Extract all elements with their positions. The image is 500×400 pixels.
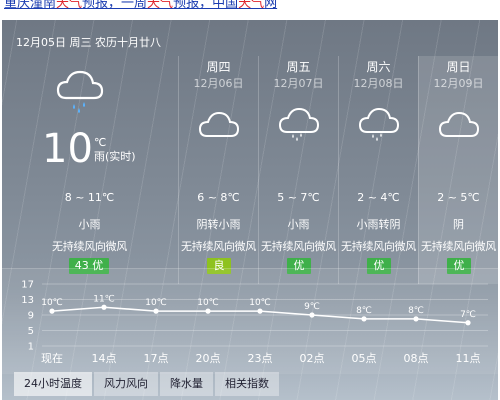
data-label: 8℃ [356, 306, 372, 316]
forecast-day[interactable]: 周日 12月09日 2 ~ 5℃ 阴 无持续风向微风 优 [418, 56, 498, 284]
current-temperature-unit: ℃ 雨(实时) [94, 136, 136, 164]
current-temperature: 10 [42, 126, 93, 172]
data-point [49, 308, 55, 314]
day-name: 周六 [366, 60, 391, 74]
day-wind: 无持续风向微风 [261, 240, 336, 253]
cloud-icon [198, 111, 240, 137]
day-name: 周五 [286, 60, 311, 74]
forecast-day[interactable]: 周五 12月07日 5 ~ 7℃ 小雨 无持续风向微风 优 [258, 56, 338, 284]
cloud-icon [438, 111, 480, 137]
data-label: 10℃ [249, 298, 271, 308]
day-wind: 无持续风向微风 [181, 240, 256, 253]
day-condition: 阴 [453, 218, 464, 231]
y-tick-label: 1 [28, 342, 34, 353]
x-tick-label: 14点 [92, 352, 117, 365]
day-wind: 无持续风向微风 [341, 240, 416, 253]
title-accent-text: 天气 [56, 0, 83, 11]
data-point [361, 316, 367, 322]
title-text: 重庆潼南 [4, 0, 57, 11]
x-tick-label: 08点 [404, 352, 429, 365]
weather-panel: 12月05日 周三 农历十月廿八 10 ℃ 雨(实时) 8 ~ 11℃ 小雨 无… [2, 20, 498, 400]
data-point [465, 320, 471, 326]
data-point [205, 308, 211, 314]
data-label: 10℃ [197, 298, 219, 308]
day-condition: 小雨 [287, 218, 310, 231]
title-text: 预报，一周 [82, 0, 148, 11]
title-accent-text: 天气 [238, 0, 265, 11]
day-temp-range: 2 ~ 4℃ [357, 191, 400, 204]
cloud-rain-icon [358, 107, 400, 141]
data-label: 11℃ [93, 294, 115, 304]
day-date: 12月07日 [273, 77, 324, 90]
x-tick-label: 现在 [41, 352, 63, 365]
today-temp-range: 8 ~ 11℃ [64, 191, 115, 204]
day-wind: 无持续风向微风 [421, 240, 496, 253]
tab-precipitation[interactable]: 降水量 [160, 372, 213, 396]
chart-tabs: 24小时温度 风力风向 降水量 相关指数 [14, 372, 279, 396]
data-point [257, 308, 263, 314]
data-label: 8℃ [408, 306, 424, 316]
title-accent-text: 天气 [147, 0, 174, 11]
realtime-condition: 雨(实时) [94, 150, 136, 163]
hourly-temperature-chart: 1 5 9 13 17 10℃ 现在 11℃ 14点 10℃ 17点 10℃ 20点 10℃ 23点 9℃ 02… [21, 280, 488, 365]
tab-indices[interactable]: 相关指数 [215, 372, 279, 396]
y-tick-label: 13 [21, 295, 34, 306]
data-label: 9℃ [304, 302, 320, 312]
data-label: 10℃ [41, 298, 63, 308]
tab-wind[interactable]: 风力风向 [94, 372, 158, 396]
day-condition: 阴转小雨 [196, 218, 241, 231]
cloud-rain-icon [278, 107, 320, 141]
tab-24h-temperature[interactable]: 24小时温度 [14, 372, 92, 396]
data-point [101, 304, 107, 310]
day-date: 12月06日 [193, 77, 244, 90]
data-point [309, 312, 315, 318]
x-tick-label: 11点 [456, 352, 481, 365]
forecast-day[interactable]: 周六 12月08日 2 ~ 4℃ 小雨转阴 无持续风向微风 优 [338, 56, 418, 284]
day-temp-range: 5 ~ 7℃ [277, 191, 320, 204]
today-date-line: 12月05日 周三 农历十月廿八 [16, 36, 161, 49]
day-date: 12月08日 [353, 77, 404, 90]
today-column: 10 ℃ 雨(实时) 8 ~ 11℃ 小雨 无持续风向微风 43 优 [2, 56, 177, 284]
temperature-unit: ℃ [94, 136, 107, 149]
page-title-link[interactable]: 重庆潼南天气预报，一周天气预报，中国天气网 [4, 0, 277, 12]
today-condition: 小雨 [78, 218, 101, 231]
title-text: 预报，中国 [173, 0, 239, 11]
x-tick-label: 02点 [300, 352, 325, 365]
today-wind: 无持续风向微风 [52, 240, 127, 253]
x-tick-label: 23点 [248, 352, 273, 365]
data-point [413, 316, 419, 322]
data-label: 10℃ [145, 298, 167, 308]
title-text: 网 [264, 0, 278, 11]
cloud-rain-icon [56, 70, 104, 113]
day-temp-range: 6 ~ 8℃ [197, 191, 240, 204]
day-name: 周四 [206, 60, 231, 74]
y-tick-label: 9 [28, 311, 34, 322]
forecast-day[interactable]: 周四 12月06日 6 ~ 8℃ 阴转小雨 无持续风向微风 良 [178, 56, 258, 284]
day-name: 周日 [446, 60, 471, 74]
day-date: 12月09日 [433, 77, 484, 90]
y-tick-label: 5 [28, 326, 34, 337]
x-tick-label: 17点 [144, 352, 169, 365]
day-temp-range: 2 ~ 5℃ [437, 191, 480, 204]
data-point [153, 308, 159, 314]
x-tick-label: 05点 [352, 352, 377, 365]
x-tick-label: 20点 [196, 352, 221, 365]
day-condition: 小雨转阴 [356, 218, 401, 231]
data-label: 7℃ [460, 310, 476, 320]
y-tick-label: 17 [21, 280, 34, 291]
